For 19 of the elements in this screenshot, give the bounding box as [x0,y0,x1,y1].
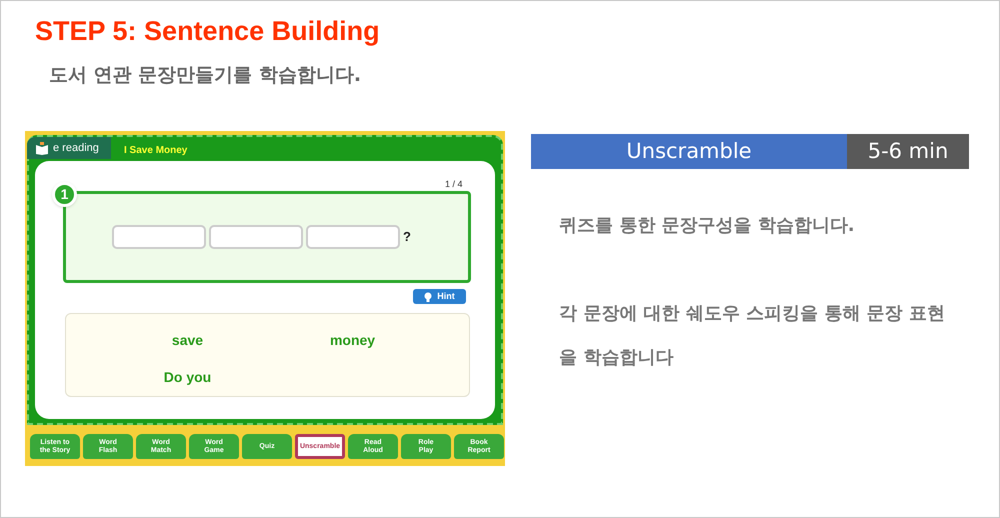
question-mark: ? [403,228,411,246]
word-tile[interactable]: Do you [164,369,212,385]
activity-duration: 5-6 min [847,134,969,169]
lightbulb-icon [424,292,432,302]
answer-slot[interactable] [209,225,303,249]
step-subtitle: 도서 연관 문장만들기를 학습합니다. [49,63,362,88]
description-text: 퀴즈를 통한 문장구성을 학습합니다. [559,214,856,238]
answer-slot[interactable] [112,225,206,249]
book-title: I Save Money [124,144,188,158]
book-icon [35,142,49,154]
answer-slot[interactable] [306,225,400,249]
activity-name: Unscramble [531,134,847,169]
hint-button[interactable]: Hint [413,289,466,304]
word-tile[interactable]: save [172,332,204,348]
progress-counter: 1 / 4 [445,178,463,191]
description-text: 각 문장에 대한 쉐도우 스피킹을 통해 문장 표현을 학습합니다 [559,302,946,370]
word-tile[interactable]: money [330,332,376,348]
step-title: STEP 5: Sentence Building [35,15,380,48]
logo-text: e reading [53,140,99,156]
